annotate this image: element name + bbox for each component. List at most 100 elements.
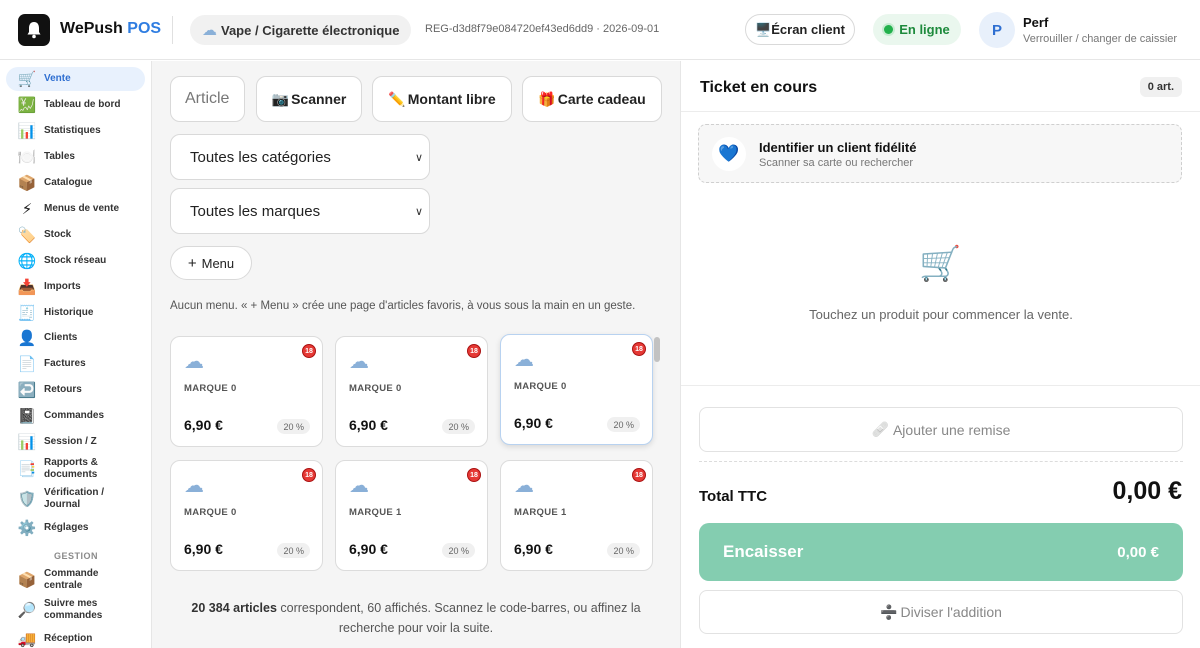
sidebar-item-tables[interactable]: 🍽️ Tables <box>6 145 145 169</box>
sidebar-item-stock[interactable]: 🏷️ Stock <box>6 223 145 247</box>
split-bill-button[interactable]: ➗ Diviser l'addition <box>699 590 1183 634</box>
sidebar-item-verification[interactable]: 🛡️ Vérification / Journal <box>6 487 145 511</box>
customer-screen-button[interactable]: 🖥️ Écran client <box>745 14 855 45</box>
notebook-icon: 📓 <box>17 407 37 425</box>
status-dot-icon <box>884 25 894 34</box>
header-divider <box>172 16 173 44</box>
product-browser: 📷Scanner ✏️Montant libre 🎁Carte cadeau T… <box>152 61 680 648</box>
vape-cloud-icon: ☁ <box>184 351 204 373</box>
vat-badge: 20 % <box>442 419 475 434</box>
age-restriction-badge: 18 <box>632 468 646 482</box>
globe-icon: 🌐 <box>17 252 37 270</box>
lock-switch-cashier-link[interactable]: Verrouiller / changer de caissier <box>1023 33 1177 45</box>
sidebar: 🛒 Vente 💹 Tableau de bord 📊 Statistiques 🍽️… <box>0 61 152 648</box>
gift-icon: 🎁 <box>538 90 556 107</box>
pencil-icon: ✏️ <box>388 90 406 107</box>
sidebar-item-central-order[interactable]: 📦 Commande centrale <box>6 568 145 592</box>
chevron-down-icon: ∨ <box>414 152 423 164</box>
product-card[interactable]: ☁ 18 MARQUE 1 6,90 € 20 % <box>500 460 653 571</box>
box-icon: 📦 <box>17 174 37 192</box>
vat-badge: 20 % <box>607 417 640 432</box>
bell-logo-icon <box>18 14 50 46</box>
sidebar-item-network-stock[interactable]: 🌐 Stock réseau <box>6 249 145 273</box>
plus-icon: + <box>187 254 197 272</box>
sidebar-item-imports[interactable]: 📥 Imports <box>6 275 145 299</box>
age-restriction-badge: 18 <box>467 344 481 358</box>
empty-cart-icon: 🛒 <box>919 245 962 283</box>
item-count-badge: 0 art. <box>1139 77 1182 97</box>
vape-cloud-icon: ☁ <box>514 475 534 497</box>
cart-icon: 🛒 <box>17 70 37 88</box>
add-menu-button[interactable]: + Menu <box>170 246 252 280</box>
vape-cloud-icon: ☁ <box>202 22 217 39</box>
product-card[interactable]: ☁ 18 MARQUE 0 6,90 € 20 % <box>500 334 653 445</box>
monitor-icon: 🖥️ <box>755 21 772 37</box>
sidebar-item-sales-menus[interactable]: ⚡ Menus de vente <box>6 197 145 221</box>
box-icon: 📦 <box>17 571 37 589</box>
product-grid-scrollbar[interactable] <box>654 337 660 362</box>
document-icon: 📄 <box>17 355 37 373</box>
checkout-button[interactable]: Encaisser 0,00 € <box>699 523 1183 581</box>
product-card[interactable]: ☁ 18 MARQUE 1 6,90 € 20 % <box>335 460 488 571</box>
vat-badge: 20 % <box>442 543 475 558</box>
sidebar-section-gestion: GESTION <box>53 551 98 561</box>
tag-icon: 🏷️ <box>17 226 37 244</box>
brand-select[interactable]: Toutes les marques ∨ <box>170 188 430 234</box>
product-card[interactable]: ☁ 18 MARQUE 0 6,90 € 20 % <box>170 460 323 571</box>
age-restriction-badge: 18 <box>632 342 646 356</box>
scanner-button[interactable]: 📷 Scanner <box>256 76 362 122</box>
age-restriction-badge: 18 <box>302 468 316 482</box>
business-profile-chip[interactable]: ☁ Vape / Cigarette électronique <box>190 15 412 45</box>
sidebar-item-dashboard[interactable]: 💹 Tableau de bord <box>6 93 145 117</box>
age-restriction-badge: 18 <box>302 344 316 358</box>
sidebar-item-reports[interactable]: 📑 Rapports & documents <box>6 457 145 481</box>
total-amount: 0,00 € <box>1112 477 1182 505</box>
sidebar-item-track-orders[interactable]: 🔎 Suivre mes commandes <box>6 598 145 622</box>
vat-badge: 20 % <box>277 543 310 558</box>
empty-ticket-message: Touchez un produit pour commencer la ven… <box>809 307 1073 322</box>
sidebar-item-history[interactable]: 🧾 Historique <box>6 301 145 325</box>
chevron-down-icon: ∨ <box>414 206 423 218</box>
camera-icon: 📷 <box>271 90 290 107</box>
pages-icon: 📑 <box>17 460 37 478</box>
sidebar-item-vente[interactable]: 🛒 Vente <box>6 67 145 91</box>
business-profile-label: Vape / Cigarette électronique <box>221 22 400 38</box>
chart-yen-icon: 💹 <box>17 96 37 114</box>
bandage-icon: 🩹 <box>871 421 889 437</box>
bar-chart-icon: 📊 <box>17 433 37 451</box>
sidebar-item-reception[interactable]: 🚚 Réception <box>6 627 145 648</box>
ticket-title: Ticket en cours <box>700 79 818 96</box>
lightning-icon: ⚡ <box>21 200 33 218</box>
vat-badge: 20 % <box>277 419 310 434</box>
category-select[interactable]: Toutes les catégories ∨ <box>170 134 430 180</box>
identify-loyalty-customer[interactable]: 💙 Identifier un client fidélité Scanner … <box>698 124 1182 183</box>
vape-cloud-icon: ☁ <box>349 351 369 373</box>
app-logo-text: WePush POS <box>60 20 162 37</box>
sidebar-item-invoices[interactable]: 📄 Factures <box>6 352 145 376</box>
sidebar-item-statistics[interactable]: 📊 Statistiques <box>6 119 145 143</box>
add-discount-button[interactable]: 🩹 Ajouter une remise <box>699 407 1183 452</box>
sidebar-item-returns[interactable]: ↩️ Retours <box>6 378 145 402</box>
inbox-tray-icon: 📥 <box>17 278 37 296</box>
sidebar-item-settings[interactable]: ⚙️ Réglages <box>6 516 145 540</box>
register-id: REG-d3d8f79e084720ef43ed6dd9 · 2026-09-0… <box>425 23 660 35</box>
user-name[interactable]: Perf <box>1023 15 1048 30</box>
divider <box>681 385 1200 386</box>
sidebar-item-orders[interactable]: 📓 Commandes <box>6 404 145 428</box>
article-search-input[interactable] <box>170 76 245 122</box>
gear-icon: ⚙️ <box>17 519 37 537</box>
return-arrow-icon: ↩️ <box>17 381 37 399</box>
receipt-icon: 🧾 <box>17 304 37 322</box>
free-amount-button[interactable]: ✏️ Montant libre <box>372 76 512 122</box>
sidebar-item-clients[interactable]: 👤 Clients <box>6 326 145 350</box>
sidebar-item-session-z[interactable]: 📊 Session / Z <box>6 430 145 454</box>
user-avatar[interactable]: P <box>979 12 1015 48</box>
gift-card-button[interactable]: 🎁 Carte cadeau <box>522 76 662 122</box>
sidebar-item-catalogue[interactable]: 📦 Catalogue <box>6 171 145 195</box>
shield-icon: 🛡️ <box>17 490 37 508</box>
product-card[interactable]: ☁ 18 MARQUE 0 6,90 € 20 % <box>335 336 488 447</box>
bar-chart-icon: 📊 <box>17 122 37 140</box>
results-summary: 20 384 articles correspondent, 60 affich… <box>191 601 641 635</box>
vape-cloud-icon: ☁ <box>514 349 534 371</box>
product-card[interactable]: ☁ 18 MARQUE 0 6,90 € 20 % <box>170 336 323 447</box>
